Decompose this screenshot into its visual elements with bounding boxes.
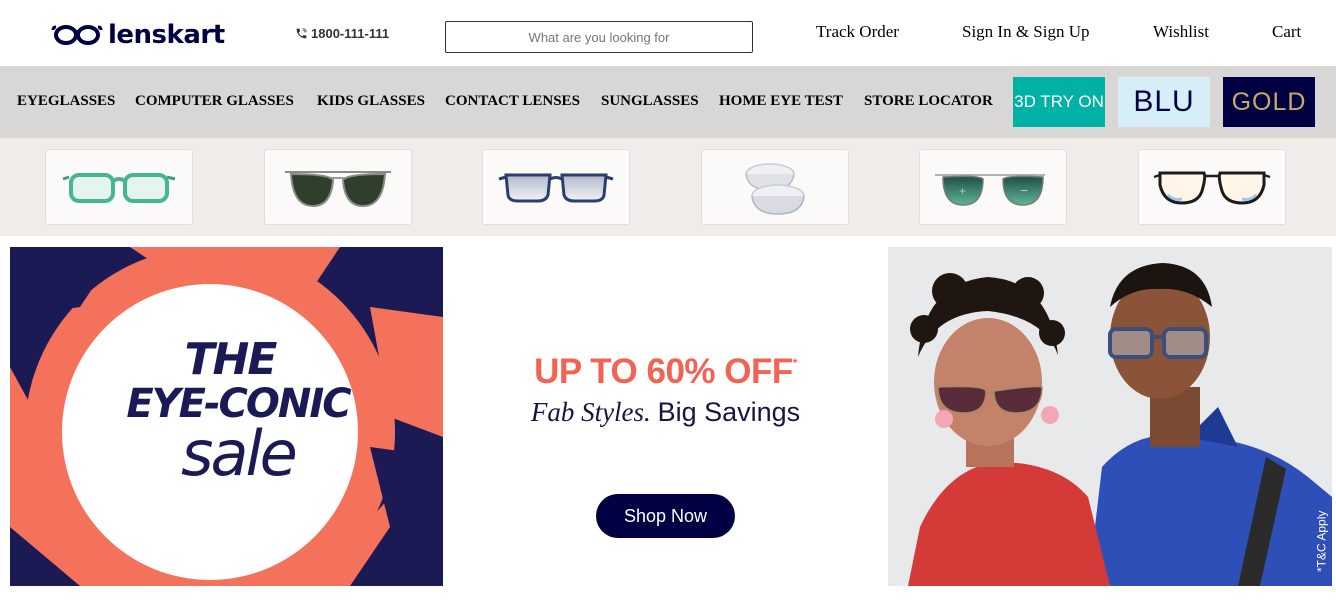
offer-headline: UP TO 60% OFF*	[443, 352, 888, 392]
offer-tagline: Fab Styles. Big Savings	[443, 397, 888, 428]
contact-lens-icon	[745, 163, 805, 215]
svg-text:+: +	[959, 184, 966, 198]
offer-asterisk: *	[792, 356, 798, 370]
main-nav: EYEGLASSES COMPUTER GLASSES KIDS GLASSES…	[0, 66, 1336, 138]
blue-eyeglasses-icon	[498, 173, 614, 203]
phone-icon	[296, 28, 307, 39]
aviator-sunglasses-icon	[285, 171, 391, 208]
nav-kids-glasses[interactable]: KIDS GLASSES	[317, 93, 425, 110]
phone-text: 1800-111-111	[311, 26, 390, 41]
category-card[interactable]	[45, 149, 193, 225]
offer-text: UP TO 60% OFF	[534, 352, 793, 391]
nav-contact-lenses[interactable]: CONTACT LENSES	[445, 93, 580, 110]
svg-text:−: −	[1020, 182, 1028, 198]
offer-panel: UP TO 60% OFF* Fab Styles. Big Savings S…	[443, 247, 888, 586]
sale-graphic: THE EYE-CONIC sale	[10, 247, 443, 586]
models-photo[interactable]: *T&C Apply	[888, 247, 1332, 586]
terms-note: *T&C Apply	[1314, 510, 1328, 572]
brand-logo[interactable]: lenskart	[50, 20, 225, 50]
3d-try-on-button[interactable]: 3D TRY ON	[1013, 77, 1105, 127]
blu-button[interactable]: BLU	[1118, 77, 1210, 127]
sale-line-3: sale	[181, 417, 296, 490]
green-lens-sunglasses-icon: + −	[935, 174, 1045, 206]
wishlist-link[interactable]: Wishlist	[1153, 22, 1209, 42]
sign-in-link[interactable]: Sign In & Sign Up	[962, 22, 1090, 42]
category-card[interactable]	[701, 149, 849, 225]
category-card[interactable]: + −	[919, 149, 1067, 225]
models-illustration	[888, 247, 1332, 586]
clear-aviator-glasses-icon	[1153, 171, 1271, 205]
tagline-italic: Fab Styles.	[530, 397, 651, 427]
category-card[interactable]	[1138, 149, 1286, 225]
shop-now-button[interactable]: Shop Now	[596, 494, 735, 538]
eye-conic-sale-graphic[interactable]: THE EYE-CONIC sale	[10, 247, 443, 586]
green-eyeglasses-icon	[62, 173, 176, 203]
phone-number[interactable]: 1800-111-111	[295, 26, 389, 41]
search-input[interactable]	[445, 21, 753, 53]
nav-computer-glasses[interactable]: COMPUTER GLASSES	[135, 93, 294, 110]
tagline-regular: Big Savings	[657, 397, 801, 427]
top-bar: lenskart 1800-111-111 Track Order Sign I…	[0, 0, 1336, 66]
gold-button[interactable]: GOLD	[1223, 77, 1315, 127]
brand-name: lenskart	[108, 20, 225, 50]
category-card[interactable]	[482, 149, 630, 225]
track-order-link[interactable]: Track Order	[816, 22, 899, 42]
nav-sunglasses[interactable]: SUNGLASSES	[601, 93, 699, 110]
sale-line-1: THE	[185, 334, 278, 385]
cart-link[interactable]: Cart	[1272, 22, 1301, 42]
nav-eyeglasses[interactable]: EYEGLASSES	[17, 93, 115, 110]
nav-store-locator[interactable]: STORE LOCATOR	[864, 93, 993, 110]
lenskart-glasses-icon	[51, 25, 103, 45]
category-card[interactable]	[264, 149, 412, 225]
nav-home-eye-test[interactable]: HOME EYE TEST	[719, 93, 843, 110]
category-strip: + −	[0, 138, 1336, 236]
